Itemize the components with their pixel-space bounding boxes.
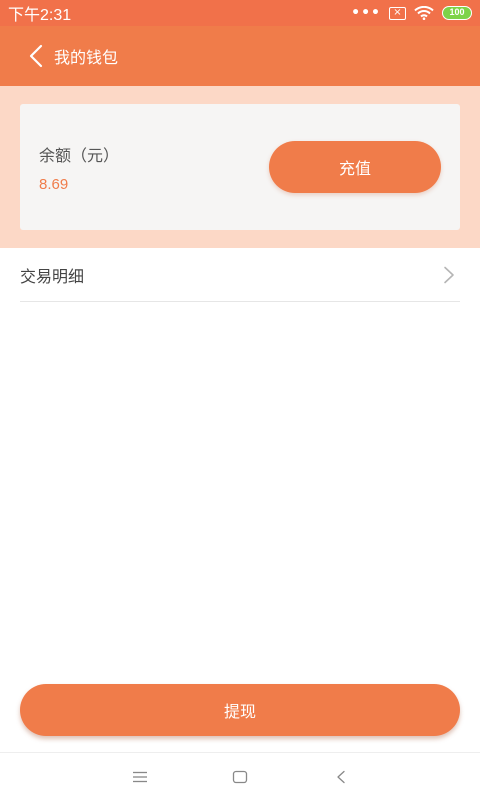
more-dots-icon: ••• bbox=[351, 5, 381, 21]
no-sim-icon: × bbox=[389, 6, 406, 20]
wallet-screen: 下午2:31 ••• × 100 我的钱包 余额（元） 8.69 充值 交易明细… bbox=[0, 0, 480, 800]
back-button[interactable] bbox=[14, 26, 58, 86]
status-time: 下午2:31 bbox=[8, 7, 72, 24]
back-triangle-icon bbox=[337, 770, 345, 784]
nav-back-button[interactable] bbox=[331, 767, 351, 787]
page-title: 我的钱包 bbox=[54, 48, 119, 67]
transaction-details-row[interactable]: 交易明细 bbox=[20, 248, 460, 302]
recharge-button[interactable]: 充值 bbox=[269, 141, 441, 193]
home-square-icon bbox=[232, 770, 248, 784]
chevron-left-icon bbox=[29, 44, 43, 68]
chevron-right-icon bbox=[444, 266, 454, 283]
nav-home-button[interactable] bbox=[230, 767, 250, 787]
wifi-icon bbox=[414, 6, 434, 20]
nav-menu-button[interactable] bbox=[130, 767, 150, 787]
status-icons: ••• × 100 bbox=[351, 5, 472, 21]
wallet-card-area: 余额（元） 8.69 充值 bbox=[0, 86, 480, 248]
wallet-card: 余额（元） 8.69 充值 bbox=[20, 104, 460, 230]
balance-value: 8.69 bbox=[39, 176, 69, 193]
balance-label: 余额（元） bbox=[39, 146, 120, 165]
transaction-details-label: 交易明细 bbox=[20, 266, 85, 286]
system-nav-bar bbox=[0, 752, 480, 800]
battery-icon: 100 bbox=[442, 6, 472, 20]
menu-icon bbox=[133, 771, 147, 783]
status-bar: 下午2:31 ••• × 100 bbox=[0, 0, 480, 26]
app-bar: 我的钱包 bbox=[0, 26, 480, 86]
withdraw-button[interactable]: 提现 bbox=[20, 684, 460, 736]
